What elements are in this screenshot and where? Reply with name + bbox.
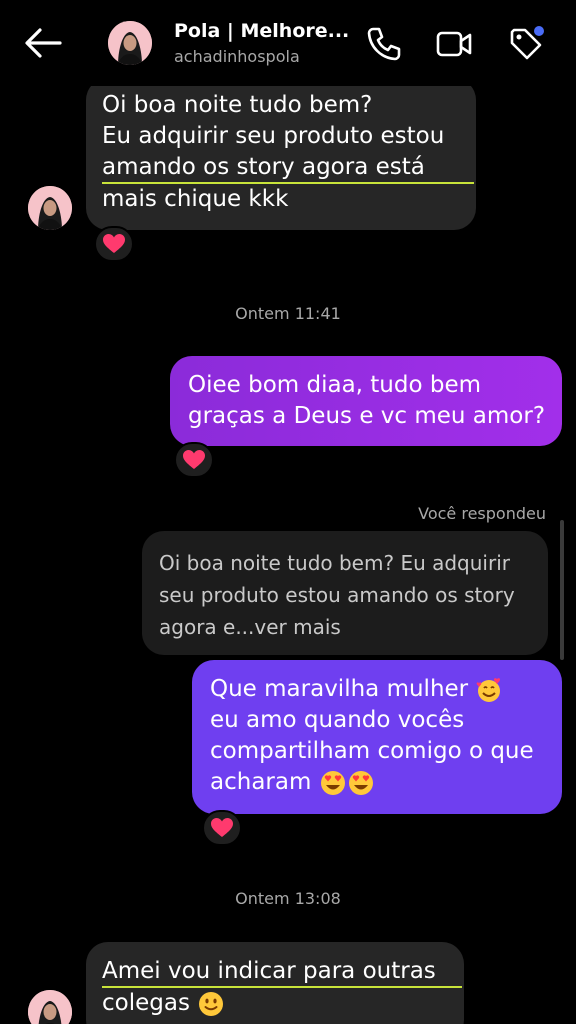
heart-eyes-icon (348, 770, 373, 795)
message-line-highlighted: Amei vou indicar para outras (102, 957, 462, 988)
message-line: acharam (210, 769, 312, 795)
quote-line: Oi boa noite tudo bem? (159, 551, 395, 575)
message-line: eu amo quando vocês (210, 707, 465, 733)
chat-header: Pola | Melhore... achadinhospola (0, 0, 576, 86)
contact-avatar[interactable] (108, 21, 152, 65)
heart-reaction[interactable] (174, 442, 214, 478)
heart-icon (183, 450, 205, 469)
heart-reaction[interactable] (94, 226, 134, 262)
message-line-highlighted: amando os story agora está (102, 153, 474, 184)
notification-dot (534, 26, 544, 36)
timestamp: Ontem 11:41 (235, 304, 341, 323)
timestamp: Ontem 13:08 (235, 889, 341, 908)
heart-icon (103, 234, 125, 253)
message-line: Oi boa noite tudo bem? (102, 92, 373, 118)
message-line: graças a Deus e vc meu amor? (188, 403, 546, 429)
sender-avatar[interactable] (28, 186, 72, 230)
heart-icon (211, 818, 233, 837)
contact-username[interactable]: achadinhospola (174, 47, 300, 66)
message-line: Que maravilha mulher (210, 676, 469, 702)
replied-label: Você respondeu (418, 504, 546, 523)
heart-reaction[interactable] (202, 810, 242, 846)
incoming-message[interactable]: Amei vou indicar para outras colegas (86, 942, 464, 1024)
message-line: Eu adquirir seu produto estou (102, 123, 445, 149)
heart-eyes-icon (320, 770, 345, 795)
quoted-message[interactable]: Oi boa noite tudo bem? Eu adquirir seu p… (142, 531, 548, 655)
outgoing-message[interactable]: Que maravilha mulher eu amo quando vocês… (192, 660, 562, 814)
smiling-face-with-hearts-icon (477, 677, 501, 702)
scrollbar[interactable] (560, 520, 564, 660)
video-camera-icon[interactable] (434, 24, 474, 64)
message-line: Oiee bom diaa, tudo bem (188, 372, 482, 398)
incoming-message[interactable]: Oi boa noite tudo bem? Eu adquirir seu p… (86, 78, 476, 230)
message-line: colegas (102, 990, 190, 1016)
arrow-left-icon[interactable] (22, 26, 64, 60)
contact-name[interactable]: Pola | Melhore... (174, 20, 349, 42)
phone-icon[interactable] (364, 24, 404, 64)
sender-avatar[interactable] (28, 990, 72, 1024)
message-line: mais chique kkk (102, 186, 289, 212)
slightly-smiling-face-icon (199, 991, 224, 1016)
message-line: compartilham comigo o que (210, 738, 534, 764)
outgoing-message[interactable]: Oiee bom diaa, tudo bem graças a Deus e … (170, 356, 562, 446)
